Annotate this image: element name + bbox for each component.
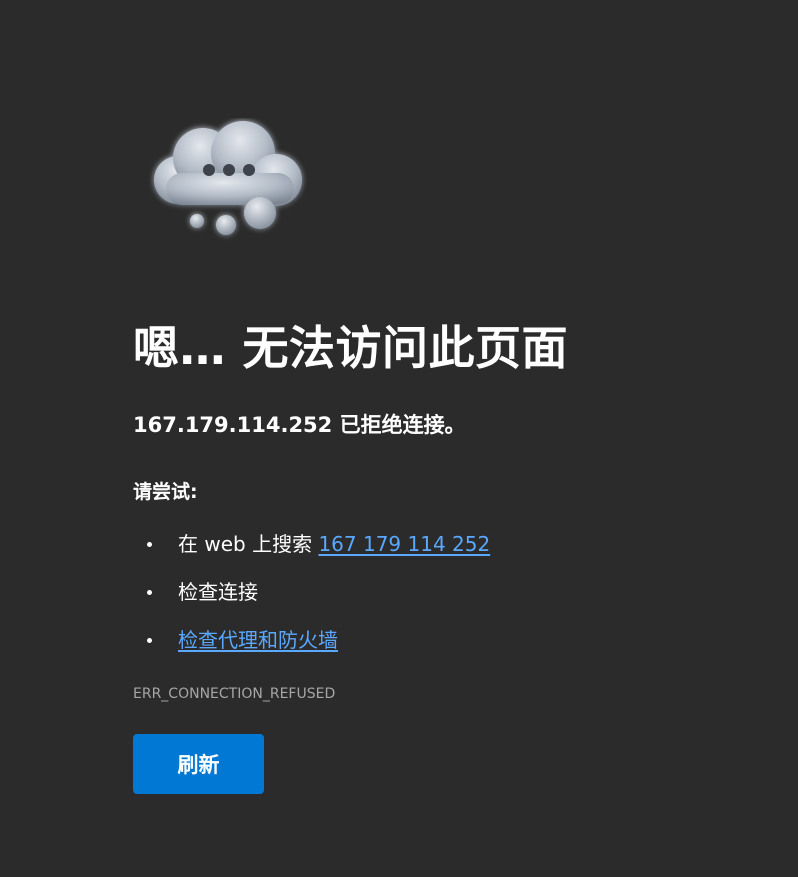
check-proxy-firewall-link[interactable]: 检查代理和防火墙 (178, 628, 338, 652)
cloud-dots-icon (148, 118, 308, 248)
suggestion-check-connection: 检查连接 (133, 576, 490, 624)
suggestion-check-connection-text: 检查连接 (178, 580, 258, 604)
error-message: 167.179.114.252 已拒绝连接。 (133, 413, 466, 437)
page-title: 嗯… 无法访问此页面 (133, 321, 569, 375)
suggestion-check-proxy: 检查代理和防火墙 (133, 624, 490, 672)
bullet-icon (147, 542, 152, 547)
bullet-icon (147, 638, 152, 643)
suggestion-list: 在 web 上搜索 167 179 114 252 检查连接 检查代理和防火墙 (133, 528, 490, 672)
suggestion-search-prefix: 在 web 上搜索 (178, 532, 319, 556)
refresh-button[interactable]: 刷新 (133, 734, 264, 794)
search-web-link[interactable]: 167 179 114 252 (318, 532, 490, 556)
error-code: ERR_CONNECTION_REFUSED (133, 686, 336, 702)
try-heading: 请尝试: (133, 481, 198, 503)
bullet-icon (147, 590, 152, 595)
error-page: 嗯… 无法访问此页面 167.179.114.252 已拒绝连接。 请尝试: 在… (0, 0, 798, 877)
suggestion-search-web: 在 web 上搜索 167 179 114 252 (133, 528, 490, 576)
